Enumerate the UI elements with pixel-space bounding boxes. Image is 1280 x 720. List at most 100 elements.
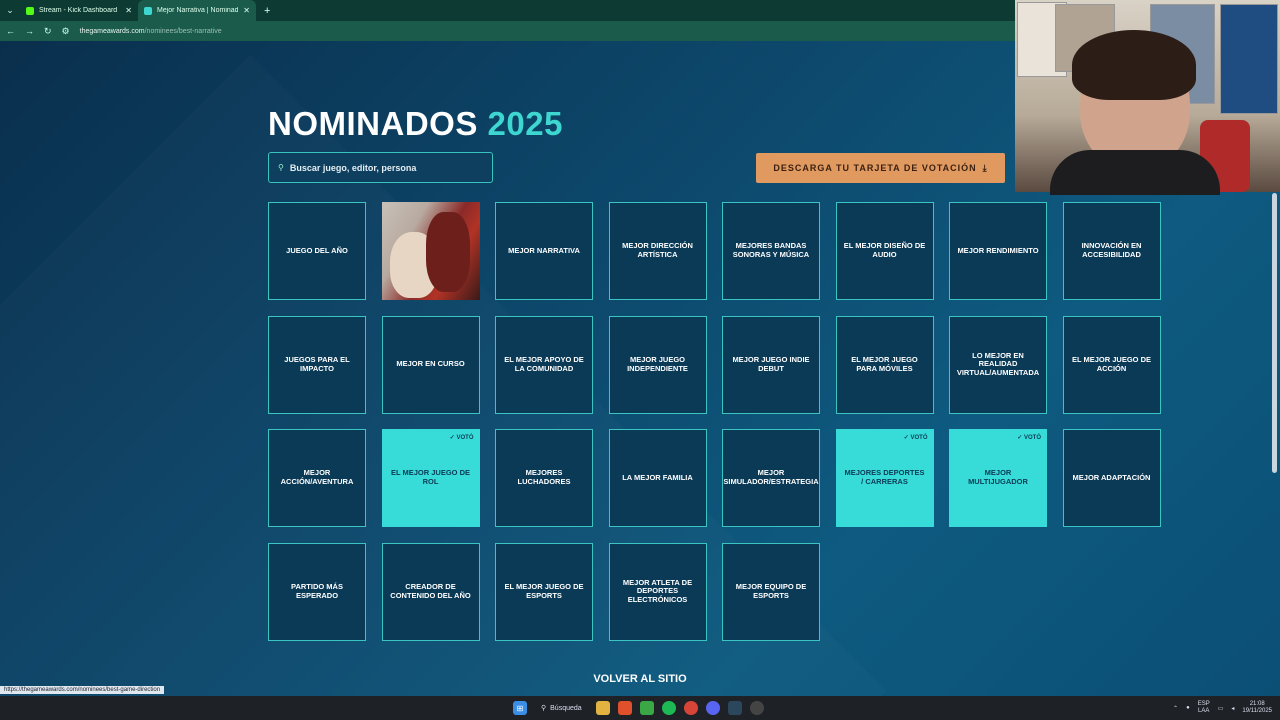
category-label: MEJOR DIRECCIÓN ARTÍSTICA xyxy=(622,241,693,259)
clock-date: 19/11/2025 xyxy=(1242,708,1272,714)
category-card[interactable]: MEJOR RENDIMIENTO xyxy=(949,202,1047,300)
category-card[interactable]: MEJOR JUEGO INDIE DEBUT xyxy=(722,315,820,414)
download-ballot-button[interactable]: DESCARGA TU TARJETA DE VOTACIÓN ⤓ xyxy=(756,153,1005,183)
heading-year: 2025 xyxy=(487,105,563,142)
category-card[interactable]: MEJOR EN CURSO xyxy=(381,315,480,414)
file-explorer-icon[interactable] xyxy=(595,701,610,715)
category-card[interactable]: MEJOR SIMULADOR/ESTRATEGIA xyxy=(722,429,820,527)
tab-list-chevron-icon[interactable]: ⌄ xyxy=(0,0,20,21)
category-label: MEJOR EN CURSO xyxy=(396,359,465,369)
search-input[interactable] xyxy=(289,162,480,173)
voted-badge: ✓ VOTÓ xyxy=(449,435,474,441)
category-label: MEJOR SIMULADOR/ESTRATEGIA xyxy=(723,468,819,486)
categories-grid: JUEGO DEL AÑO MEJOR NARRATIVA MEJOR DIRECC… xyxy=(268,202,1161,641)
new-tab-plus-icon[interactable]: + xyxy=(256,5,278,17)
brave-browser-icon[interactable] xyxy=(617,701,632,715)
back-arrow-icon[interactable]: ← xyxy=(6,26,15,36)
windows-start-icon[interactable]: ⊞ xyxy=(513,701,527,715)
category-card[interactable]: MEJOR DIRECCIÓN ARTÍSTICA xyxy=(608,202,707,300)
clock[interactable]: 21:08 19/11/2025 xyxy=(1242,701,1272,715)
category-label: LO MEJOR EN REALIDAD VIRTUAL/AUMENTADA xyxy=(956,350,1040,377)
category-card[interactable]: MEJORES LUCHADORES xyxy=(495,429,593,527)
category-card[interactable]: INNOVACIÓN EN ACCESIBILIDAD xyxy=(1062,202,1161,300)
close-tab-icon[interactable]: ✕ xyxy=(243,6,250,15)
category-card[interactable]: JUEGO DEL AÑO xyxy=(268,202,366,300)
category-label: MEJOR MULTIJUGADOR xyxy=(968,468,1028,486)
obs-icon[interactable] xyxy=(749,701,764,715)
scrollbar[interactable] xyxy=(1272,193,1277,473)
category-card[interactable]: MEJOR JUEGO INDEPENDIENTE xyxy=(608,315,707,414)
lang-bottom: LAA xyxy=(1198,708,1210,714)
discord-icon[interactable] xyxy=(705,701,720,715)
download-label: DESCARGA TU TARJETA DE VOTACIÓN xyxy=(773,163,977,173)
category-card[interactable]: EL MEJOR JUEGO DE ESPORTS xyxy=(495,542,593,641)
tga-favicon-icon xyxy=(144,6,152,15)
spotify-icon[interactable] xyxy=(661,701,676,715)
voted-badge: ✓ VOTÓ xyxy=(903,435,928,441)
microphone-icon[interactable]: ● xyxy=(1186,705,1190,711)
url-path: /nominees/best-narrative xyxy=(144,27,222,35)
category-card[interactable]: MEJORES DEPORTES / CARRERAS ✓ VOTÓ xyxy=(835,429,934,527)
category-card[interactable]: MEJOR NARRATIVA xyxy=(495,202,593,300)
category-card[interactable]: EL MEJOR DISEÑO DE AUDIO xyxy=(835,202,934,300)
category-label: MEJORES DEPORTES / CARRERAS xyxy=(844,468,925,486)
category-label: LA MEJOR FAMILIA xyxy=(622,472,693,482)
tab-title: Stream - Kick Dashboard xyxy=(39,7,118,14)
category-label: INNOVACIÓN EN ACCESIBILIDAD xyxy=(1081,241,1142,259)
tab-best-narrative[interactable]: Mejor Narrativa | Nominados | ✕ xyxy=(138,0,256,21)
category-card[interactable]: MEJOR MULTIJUGADOR ✓ VOTÓ xyxy=(949,429,1047,527)
category-card[interactable]: CREADOR DE CONTENIDO DEL AÑO xyxy=(381,542,480,641)
lang-top: ESP xyxy=(1197,700,1210,707)
category-label: JUEGOS PARA EL IMPACTO xyxy=(284,354,350,373)
category-card[interactable]: LA MEJOR FAMILIA xyxy=(608,429,707,527)
category-card[interactable]: LO MEJOR EN REALIDAD VIRTUAL/AUMENTADA xyxy=(949,315,1047,414)
category-card[interactable]: MEJORES BANDAS SONORAS Y MÚSICA xyxy=(722,202,820,300)
category-label: PARTIDO MÁS ESPERADO xyxy=(291,581,343,600)
reload-icon[interactable]: ↻ xyxy=(44,26,52,37)
xbox-icon[interactable] xyxy=(639,701,654,715)
url-host: thegameawards.com xyxy=(79,27,145,35)
category-card[interactable]: MEJOR ACCIÓN/AVENTURA xyxy=(268,429,366,527)
category-card[interactable]: EL MEJOR JUEGO PARA MÓVILES xyxy=(835,315,934,414)
system-tray: ⌃ ● ESP LAA ▭ ◂ 21:08 19/11/2025 xyxy=(1173,696,1272,720)
category-label: JUEGO DEL AÑO xyxy=(286,245,348,255)
chrome-icon[interactable] xyxy=(683,701,698,715)
category-card-featured-image[interactable] xyxy=(381,202,480,300)
category-card[interactable]: PARTIDO MÁS ESPERADO xyxy=(268,542,366,641)
chevron-up-icon[interactable]: ⌃ xyxy=(1173,705,1178,712)
close-tab-icon[interactable]: ✕ xyxy=(125,6,132,15)
url-field[interactable]: thegameawards.com/nominees/best-narrativ… xyxy=(80,28,222,35)
language-indicator[interactable]: ESP LAA xyxy=(1198,701,1210,715)
forward-arrow-icon[interactable]: → xyxy=(25,26,34,36)
volume-icon[interactable]: ◂ xyxy=(1231,705,1234,712)
category-card[interactable]: MEJOR ADAPTACIÓN xyxy=(1062,429,1161,527)
search-box[interactable]: ⚲ xyxy=(268,152,493,183)
category-card[interactable]: MEJOR ATLETA DE DEPORTES ELECTRÓNICOS xyxy=(608,542,707,641)
category-card[interactable]: EL MEJOR JUEGO DE ACCIÓN xyxy=(1062,315,1161,414)
category-card[interactable]: JUEGOS PARA EL IMPACTO xyxy=(268,315,366,414)
taskbar-search[interactable]: ⚲ Búsqueda xyxy=(535,704,588,713)
network-icon[interactable]: ▭ xyxy=(1218,705,1224,712)
heading-main: NOMINADOS xyxy=(268,105,478,142)
category-label: MEJORES LUCHADORES xyxy=(517,468,571,486)
category-label: EL MEJOR JUEGO DE ROL xyxy=(390,468,471,486)
taskbar-search-label: Búsqueda xyxy=(550,704,582,712)
streamer-hair xyxy=(1072,30,1196,100)
steam-icon[interactable] xyxy=(727,701,742,715)
category-label: MEJOR RENDIMIENTO xyxy=(957,245,1039,255)
category-card[interactable]: EL MEJOR APOYO DE LA COMUNIDAD xyxy=(495,315,593,414)
page-title: NOMINADOS 2025 xyxy=(268,105,563,143)
category-label: MEJOR ACCIÓN/AVENTURA xyxy=(280,468,354,486)
category-label: MEJOR JUEGO INDEPENDIENTE xyxy=(627,354,688,373)
taskbar-center: ⊞ ⚲ Búsqueda xyxy=(513,696,764,720)
search-icon: ⚲ xyxy=(278,163,284,172)
category-label: EL MEJOR JUEGO DE ACCIÓN xyxy=(1071,354,1152,373)
artwork-warrior-figure xyxy=(425,212,470,292)
category-card[interactable]: MEJOR EQUIPO DE ESPORTS xyxy=(722,542,820,641)
tab-kick-dashboard[interactable]: Stream - Kick Dashboard ✕ xyxy=(20,0,138,21)
download-icon: ⤓ xyxy=(982,162,988,173)
category-label: EL MEJOR DISEÑO DE AUDIO xyxy=(843,241,926,259)
site-info-icon[interactable]: ⚙ xyxy=(62,26,70,37)
back-to-site-link[interactable]: VOLVER AL SITIO xyxy=(0,673,1280,685)
category-card[interactable]: EL MEJOR JUEGO DE ROL ✓ VOTÓ xyxy=(381,429,480,527)
